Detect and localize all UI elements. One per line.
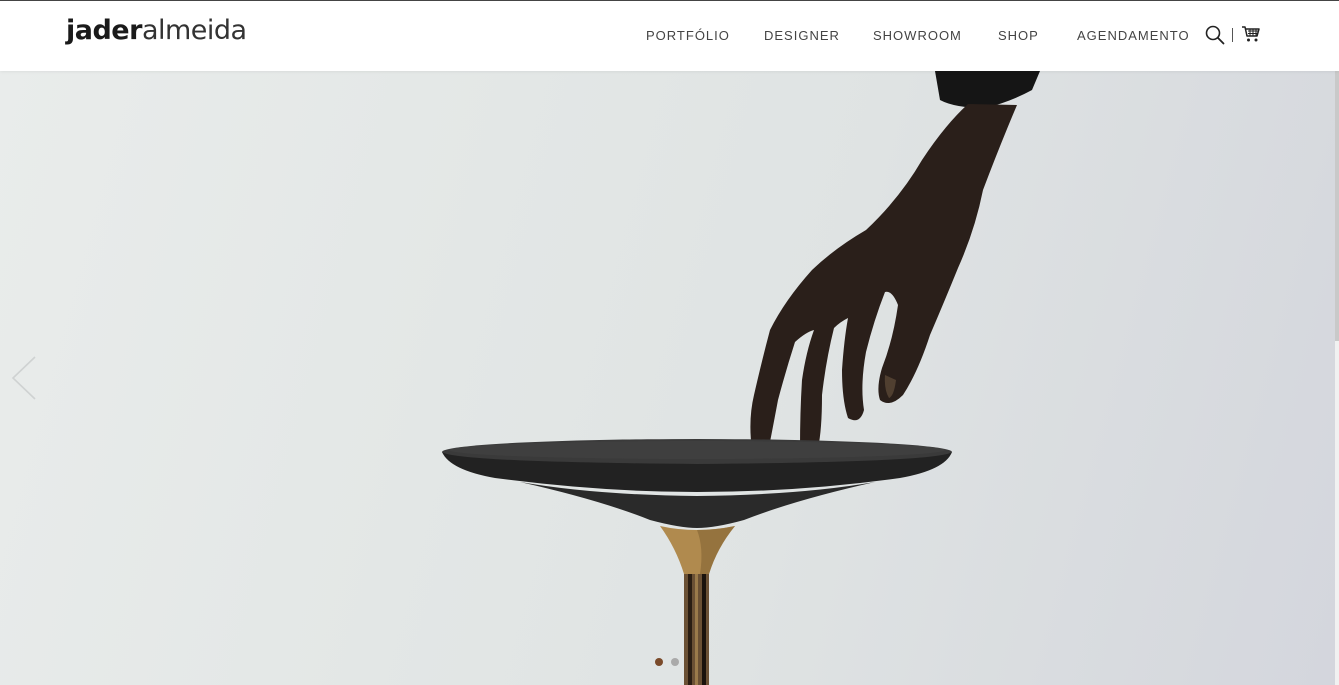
search-icon[interactable] <box>1205 25 1225 45</box>
main-nav: PORTFÓLIO DESIGNER SHOWROOM SHOP AGENDAM… <box>0 28 1339 46</box>
nav-shop[interactable]: SHOP <box>998 28 1039 43</box>
cart-icon[interactable] <box>1241 25 1261 43</box>
icon-separator <box>1232 28 1233 42</box>
nav-portfolio[interactable]: PORTFÓLIO <box>646 28 730 43</box>
scrollbar-thumb[interactable] <box>1335 71 1339 341</box>
nav-showroom[interactable]: SHOWROOM <box>873 28 962 43</box>
site-header: jaderalmeida PORTFÓLIO DESIGNER SHOWROOM… <box>0 0 1339 71</box>
chevron-left-icon[interactable] <box>10 355 40 401</box>
carousel-dot-active[interactable] <box>655 658 663 666</box>
carousel-dot[interactable] <box>671 658 679 666</box>
hero-image <box>442 71 1040 685</box>
nav-agendamento[interactable]: AGENDAMENTO <box>1077 28 1190 43</box>
nav-designer[interactable]: DESIGNER <box>764 28 840 43</box>
